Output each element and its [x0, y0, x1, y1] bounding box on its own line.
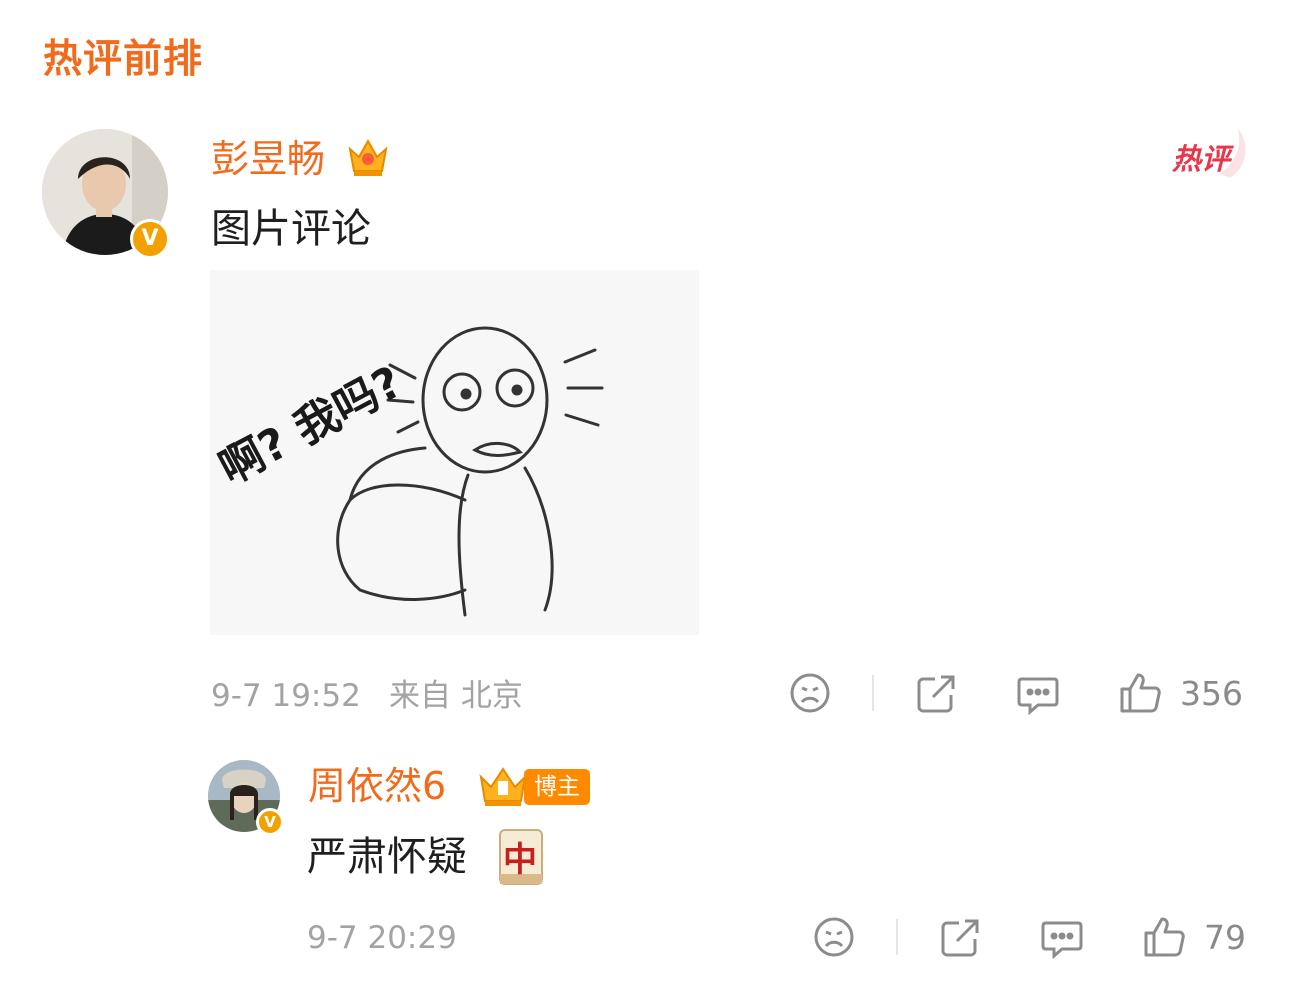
comment-icon[interactable]	[1040, 917, 1084, 960]
like-count: 79	[1204, 918, 1246, 957]
reply-text: 严肃怀疑	[307, 834, 467, 880]
comment-time: 9-7 19:52	[211, 678, 361, 714]
divider	[872, 675, 874, 711]
comment-icon[interactable]	[1016, 673, 1060, 716]
verified-icon: V	[256, 808, 284, 836]
mahjong-icon: 中	[498, 828, 544, 886]
username[interactable]: 彭昱畅	[211, 135, 325, 183]
divider	[896, 919, 898, 955]
username[interactable]: 周依然6	[308, 762, 446, 810]
share-icon[interactable]	[939, 917, 981, 959]
verified-icon: V	[130, 219, 170, 259]
hot-comment-tag: 热评	[1170, 126, 1250, 182]
comment-image[interactable]: 啊? 我吗?	[210, 270, 699, 635]
like-icon[interactable]	[1118, 671, 1162, 715]
section-title: 热评前排	[43, 37, 204, 82]
crown-icon	[345, 135, 391, 179]
reply-item: V 周依然6 博主 严肃怀疑 中 9-7 20:29 79	[0, 750, 1290, 981]
blogger-badge: 博主	[524, 769, 590, 805]
comment-text: 图片评论	[211, 206, 371, 252]
dislike-icon[interactable]	[812, 915, 856, 959]
image-caption: 啊? 我吗?	[211, 357, 410, 495]
reply-time: 9-7 20:29	[307, 920, 457, 956]
dislike-icon[interactable]	[788, 671, 832, 715]
share-icon[interactable]	[915, 673, 957, 715]
comment-location: 来自 北京	[389, 678, 523, 714]
comment-item: V 彭昱畅 热评 图片评论 啊? 我吗? 9-7 19:52 来自 北京 356	[0, 120, 1290, 720]
like-icon[interactable]	[1142, 915, 1186, 959]
like-count: 356	[1180, 674, 1243, 713]
crown-icon	[477, 765, 529, 809]
